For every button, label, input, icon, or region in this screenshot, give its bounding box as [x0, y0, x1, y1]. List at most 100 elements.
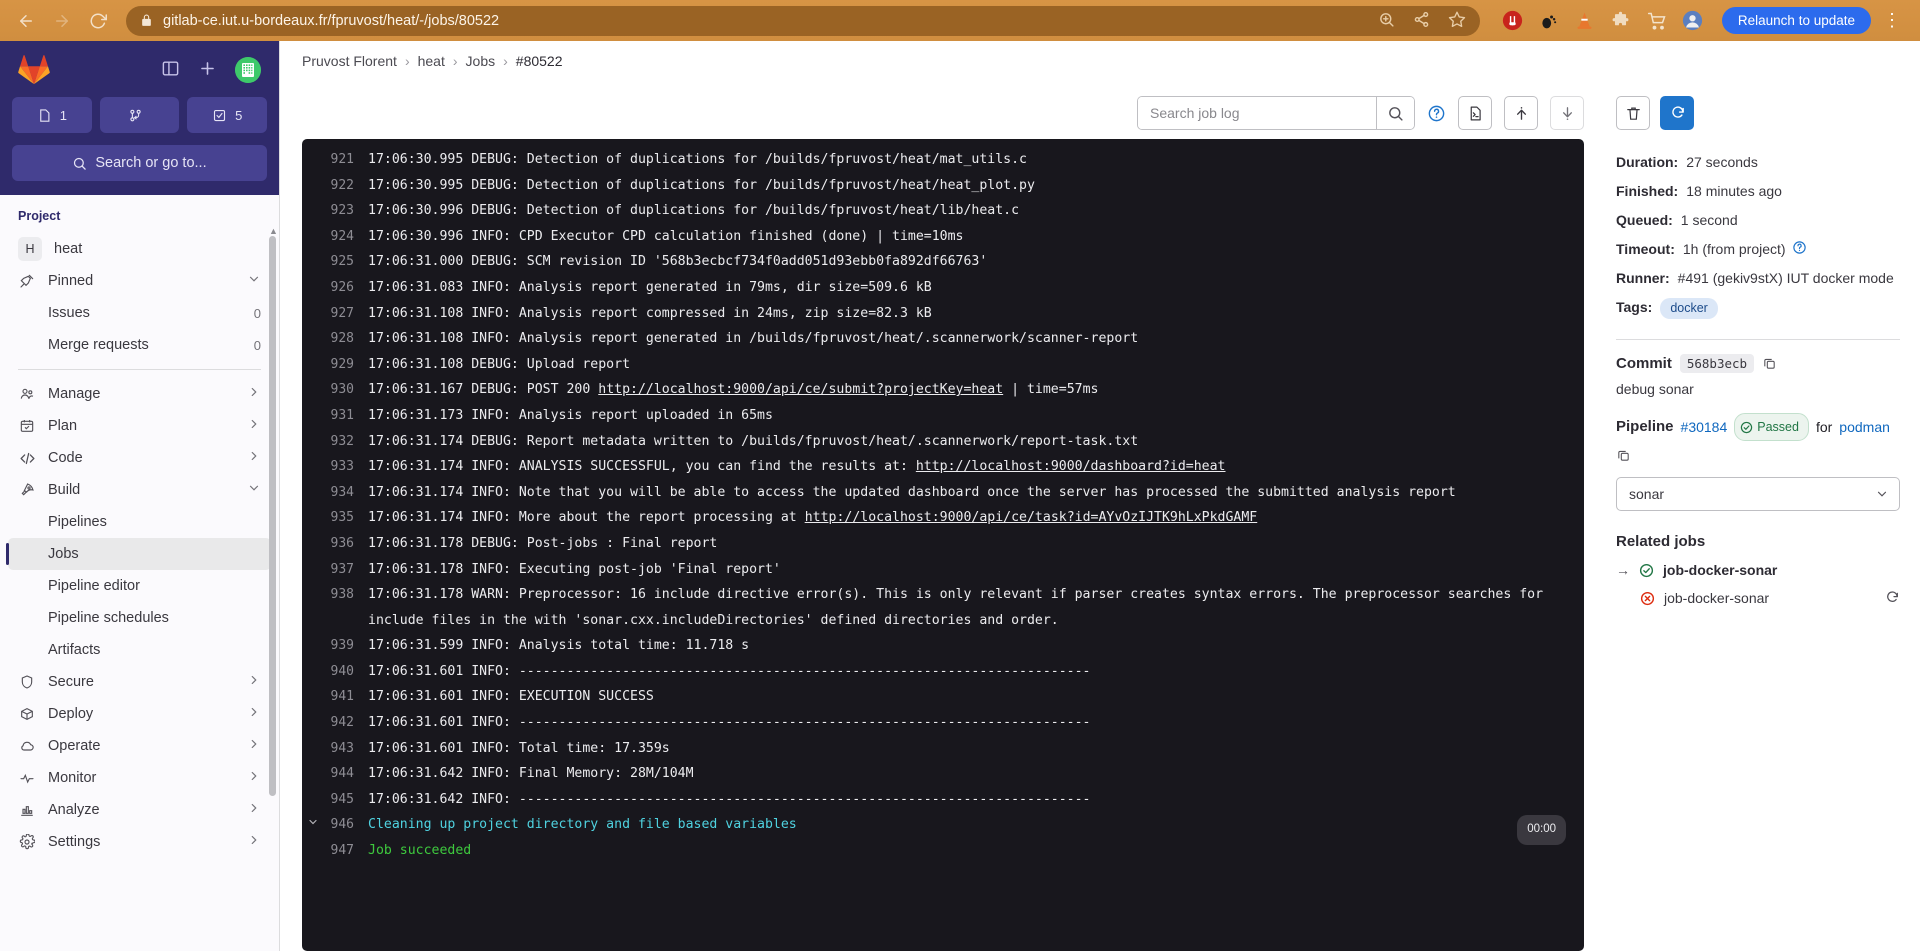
sidebar-item-analyze[interactable]: Analyze [8, 794, 271, 826]
log-line-number[interactable]: 925 [324, 249, 368, 275]
breadcrumb-item-project[interactable]: heat [418, 53, 445, 69]
sidebar-item-issues[interactable]: Issues 0 [8, 297, 271, 329]
sidebar-item-operate[interactable]: Operate [8, 730, 271, 762]
todos-counter[interactable]: 5 [187, 97, 268, 133]
sidebar-scrollbar[interactable]: ▲ [269, 226, 278, 826]
reload-icon[interactable] [82, 5, 114, 37]
cart-icon[interactable] [1646, 10, 1668, 32]
search-or-go-to-button[interactable]: Search or go to... [12, 145, 267, 181]
scroll-to-bottom-icon[interactable] [1550, 96, 1584, 130]
gnome-extension-icon[interactable] [1538, 10, 1560, 32]
sidebar-item-pipeline-schedules[interactable]: Pipeline schedules [8, 602, 271, 634]
relaunch-to-update-button[interactable]: Relaunch to update [1721, 7, 1871, 34]
log-line-number[interactable]: 932 [324, 429, 368, 455]
gitlab-logo-icon[interactable] [18, 55, 50, 85]
scroll-to-top-icon[interactable] [1504, 96, 1538, 130]
breadcrumb-item-job-id[interactable]: #80522 [516, 53, 563, 69]
copy-icon[interactable] [1616, 448, 1631, 463]
log-line-number[interactable]: 924 [324, 224, 368, 250]
browser-menu-icon[interactable]: ⋮ [1875, 10, 1910, 31]
log-line-number[interactable]: 929 [324, 352, 368, 378]
issues-counter[interactable]: 1 [12, 97, 92, 133]
sidebar-item-pinned[interactable]: Pinned [8, 265, 271, 297]
commit-sha[interactable]: 568b3ecb [1679, 354, 1755, 373]
log-line-number[interactable]: 947 [324, 838, 368, 864]
search-input[interactable] [1138, 97, 1376, 129]
pipeline-id-link[interactable]: #30184 [1681, 415, 1728, 439]
retry-icon[interactable] [1884, 590, 1900, 606]
log-line-number[interactable]: 943 [324, 736, 368, 762]
scrollbar-thumb[interactable] [269, 236, 276, 796]
retry-job-button[interactable] [1660, 96, 1694, 130]
share-icon[interactable] [1413, 11, 1430, 31]
log-line-number[interactable]: 931 [324, 403, 368, 429]
log-link[interactable]: http://localhost:9000/api/ce/task?id=AYv… [805, 510, 1258, 525]
log-line-number[interactable]: 928 [324, 326, 368, 352]
sidebar-item-pipelines[interactable]: Pipelines [8, 506, 271, 538]
log-line-number[interactable]: 940 [324, 659, 368, 685]
user-avatar[interactable] [235, 57, 261, 83]
log-line-number[interactable]: 935 [324, 505, 368, 531]
ublock-origin-icon[interactable] [1502, 10, 1524, 32]
sidebar-item-build[interactable]: Build [8, 474, 271, 506]
back-arrow-icon[interactable] [10, 5, 42, 37]
log-link[interactable]: http://localhost:9000/dashboard?id=heat [916, 459, 1226, 474]
log-line-number[interactable]: 941 [324, 684, 368, 710]
sidebar-item-project-heat[interactable]: H heat [8, 233, 271, 265]
log-line-number[interactable]: 933 [324, 454, 368, 480]
search-job-log[interactable] [1137, 96, 1415, 130]
scrollbar-up-arrow-icon[interactable]: ▲ [269, 226, 278, 236]
log-line-number[interactable]: 922 [324, 173, 368, 199]
merge-requests-counter[interactable] [99, 97, 180, 133]
log-line-number[interactable]: 934 [324, 480, 368, 506]
puzzle-extensions-icon[interactable] [1610, 10, 1632, 32]
sidebar-item-jobs[interactable]: Jobs [6, 538, 271, 570]
log-line-number[interactable]: 942 [324, 710, 368, 736]
pipeline-branch-link[interactable]: podman [1839, 415, 1890, 439]
create-new-icon[interactable] [198, 59, 217, 81]
timeout-help-icon[interactable] [1792, 240, 1807, 259]
raw-log-file-icon[interactable] [1458, 96, 1492, 130]
erase-job-log-button[interactable] [1616, 96, 1650, 130]
sidebar-item-monitor[interactable]: Monitor [8, 762, 271, 794]
search-icon[interactable] [1376, 97, 1414, 129]
log-line-number[interactable]: 930 [324, 377, 368, 403]
sidebar-item-code[interactable]: Code [8, 442, 271, 474]
sidebar-item-pipeline-editor[interactable]: Pipeline editor [8, 570, 271, 602]
log-line-number[interactable]: 936 [324, 531, 368, 557]
sidebar-item-merge-requests[interactable]: Merge requests 0 [8, 329, 271, 361]
log-line-number[interactable]: 921 [324, 147, 368, 173]
log-line-number[interactable]: 923 [324, 198, 368, 224]
toggle-sidebar-icon[interactable] [161, 59, 180, 81]
log-line-number[interactable]: 946 [324, 812, 368, 838]
sidebar-item-secure[interactable]: Secure [8, 666, 271, 698]
profile-avatar-icon[interactable] [1682, 10, 1704, 32]
related-job-item[interactable]: job-docker-sonar [1616, 590, 1900, 606]
log-line-number[interactable]: 926 [324, 275, 368, 301]
job-log-panel[interactable]: 921 17:06:30.995 DEBUG: Detection of dupl… [302, 139, 1584, 951]
question-circle-icon[interactable] [1427, 104, 1446, 123]
sidebar-item-artifacts[interactable]: Artifacts [8, 634, 271, 666]
stage-select[interactable]: sonar [1616, 477, 1900, 511]
address-bar[interactable]: gitlab-ce.iut.u-bordeaux.fr/fpruvost/hea… [126, 5, 1480, 36]
log-line-number[interactable]: 938 [324, 582, 368, 608]
forward-arrow-icon[interactable] [46, 5, 78, 37]
sidebar-item-deploy[interactable]: Deploy [8, 698, 271, 730]
log-line-number[interactable]: 945 [324, 787, 368, 813]
sidebar-item-manage[interactable]: Manage [8, 378, 271, 410]
chevron-down-icon[interactable] [302, 812, 324, 838]
log-line-number[interactable]: 937 [324, 557, 368, 583]
sidebar-item-plan[interactable]: Plan [8, 410, 271, 442]
log-line-number[interactable]: 944 [324, 761, 368, 787]
log-line-number[interactable]: 939 [324, 633, 368, 659]
log-link[interactable]: http://localhost:9000/api/ce/submit?proj… [598, 382, 1003, 397]
related-job-current[interactable]: → job-docker-sonar [1616, 562, 1900, 578]
log-line-number[interactable]: 927 [324, 301, 368, 327]
breadcrumb-item-user[interactable]: Pruvost Florent [302, 53, 397, 69]
breadcrumb-item-jobs[interactable]: Jobs [466, 53, 496, 69]
zoom-in-icon[interactable] [1378, 11, 1395, 31]
bookmark-star-icon[interactable] [1448, 10, 1466, 31]
traffic-cone-icon[interactable] [1574, 10, 1596, 32]
copy-icon[interactable] [1762, 356, 1777, 371]
sidebar-item-settings[interactable]: Settings [8, 826, 271, 858]
